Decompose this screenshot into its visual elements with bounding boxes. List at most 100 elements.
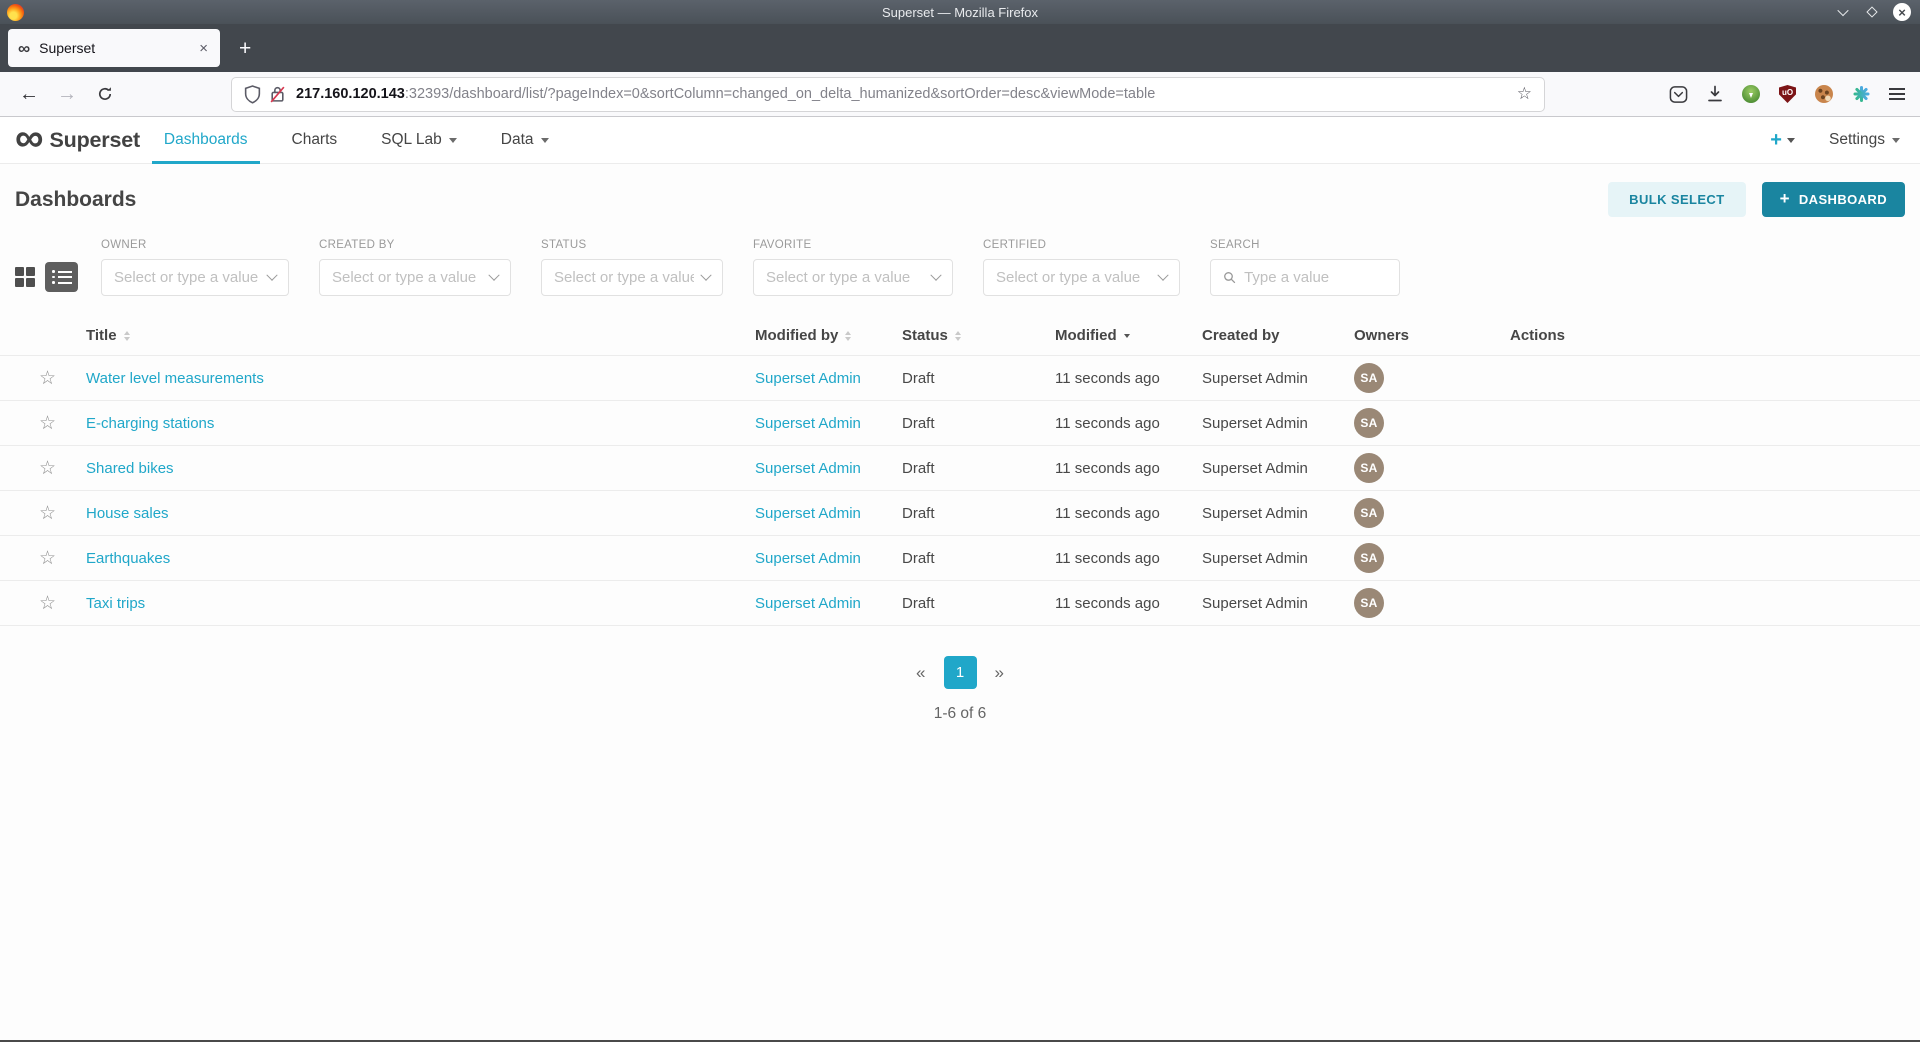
favorite-star-icon[interactable]: ☆: [39, 369, 56, 388]
column-header-title[interactable]: Title: [86, 327, 755, 344]
nav-item-sql-lab[interactable]: SQL Lab: [359, 117, 479, 163]
insecure-lock-icon[interactable]: [270, 85, 285, 103]
filter-label: SEARCH: [1210, 239, 1400, 251]
created-by-text: Superset Admin: [1202, 595, 1354, 612]
owner-avatar[interactable]: SA: [1354, 408, 1384, 438]
owner-avatar[interactable]: SA: [1354, 453, 1384, 483]
filter-select[interactable]: Select or type a value: [541, 259, 723, 296]
modified-time: 11 seconds ago: [1055, 415, 1202, 432]
owner-avatar[interactable]: SA: [1354, 498, 1384, 528]
filter-search: SEARCH: [1210, 239, 1400, 296]
favorite-star-icon[interactable]: ☆: [39, 414, 56, 433]
window-maximize-button[interactable]: [1864, 4, 1880, 20]
filters: OWNER Select or type a value CREATED BY …: [101, 239, 1400, 296]
superset-logo[interactable]: ∞ Superset: [15, 117, 140, 163]
modified-by-link[interactable]: Superset Admin: [755, 505, 861, 522]
column-header-status[interactable]: Status: [902, 327, 1055, 344]
filter-label: CERTIFIED: [983, 239, 1180, 251]
filter-select[interactable]: Select or type a value: [983, 259, 1180, 296]
search-input[interactable]: [1244, 269, 1387, 286]
back-button[interactable]: ←: [14, 83, 44, 106]
card-view-toggle-icon[interactable]: [15, 267, 36, 287]
dashboard-title-link[interactable]: Earthquakes: [86, 550, 170, 567]
dashboard-title-link[interactable]: Water level measurements: [86, 370, 264, 387]
owner-avatar[interactable]: SA: [1354, 363, 1384, 393]
browser-toolbar: ← → 217.160.120.143:32393/dashboard/list…: [0, 72, 1920, 117]
table-row: ☆ Taxi trips Superset Admin Draft 11 sec…: [0, 581, 1920, 626]
column-header-created-by: Created by: [1202, 327, 1354, 344]
pagination-next[interactable]: »: [991, 659, 1008, 687]
modified-by-link[interactable]: Superset Admin: [755, 550, 861, 567]
created-by-text: Superset Admin: [1202, 460, 1354, 477]
bulk-select-button[interactable]: BULK SELECT: [1608, 182, 1745, 217]
column-header-modified-by[interactable]: Modified by: [755, 327, 902, 344]
table-row: ☆ E-charging stations Superset Admin Dra…: [0, 401, 1920, 446]
owner-avatar[interactable]: SA: [1354, 543, 1384, 573]
pocket-icon[interactable]: [1669, 85, 1688, 104]
pagination-page-1[interactable]: 1: [944, 656, 977, 689]
column-header-modified[interactable]: Modified: [1055, 327, 1202, 344]
superset-navbar: ∞ Superset DashboardsChartsSQL LabData +…: [0, 117, 1920, 164]
modified-by-link[interactable]: Superset Admin: [755, 370, 861, 387]
tab-close-icon[interactable]: ×: [197, 40, 210, 57]
brand-name: Superset: [50, 128, 140, 153]
modified-time: 11 seconds ago: [1055, 505, 1202, 522]
containers-extension-icon[interactable]: [1852, 85, 1870, 103]
nav-item-charts[interactable]: Charts: [270, 117, 360, 163]
window-minimize-button[interactable]: [1835, 4, 1851, 20]
nav-right: + Settings: [1770, 117, 1920, 163]
dashboard-title-link[interactable]: E-charging stations: [86, 415, 214, 432]
filter-favorite: FAVORITE Select or type a value: [753, 239, 953, 296]
window-close-button[interactable]: ×: [1893, 3, 1911, 21]
list-view-toggle-icon[interactable]: [45, 262, 78, 292]
bookmark-star-icon[interactable]: ☆: [1517, 84, 1532, 104]
pagination-prev[interactable]: «: [912, 659, 929, 687]
table-row: ☆ Water level measurements Superset Admi…: [0, 356, 1920, 401]
table-body: ☆ Water level measurements Superset Admi…: [0, 356, 1920, 626]
tracking-protection-shield-icon[interactable]: [244, 85, 261, 104]
favorite-star-icon[interactable]: ☆: [39, 459, 56, 478]
cookie-extension-icon[interactable]: [1815, 85, 1833, 103]
tab-title: Superset: [39, 40, 197, 56]
settings-menu-button[interactable]: Settings: [1829, 131, 1900, 149]
url-bar[interactable]: 217.160.120.143:32393/dashboard/list/?pa…: [232, 78, 1544, 111]
dashboard-title-link[interactable]: House sales: [86, 505, 169, 522]
nav-item-dashboards[interactable]: Dashboards: [142, 117, 270, 163]
privacy-badger-extension-icon[interactable]: [1742, 85, 1760, 103]
favorite-star-icon[interactable]: ☆: [39, 549, 56, 568]
browser-tab-superset[interactable]: ∞ Superset ×: [8, 29, 220, 67]
filter-created-by: CREATED BY Select or type a value: [319, 239, 511, 296]
reload-button[interactable]: [90, 86, 120, 102]
filter-label: FAVORITE: [753, 239, 953, 251]
owner-avatar[interactable]: SA: [1354, 588, 1384, 618]
modified-time: 11 seconds ago: [1055, 370, 1202, 387]
modified-by-link[interactable]: Superset Admin: [755, 595, 861, 612]
favorite-star-icon[interactable]: ☆: [39, 594, 56, 613]
search-filter[interactable]: [1210, 259, 1400, 296]
favorite-star-icon[interactable]: ☆: [39, 504, 56, 523]
chevron-down-icon: [266, 269, 277, 280]
add-new-menu-button[interactable]: +: [1770, 129, 1795, 152]
filter-select[interactable]: Select or type a value: [753, 259, 953, 296]
column-header-owners: Owners: [1354, 327, 1510, 344]
ublock-origin-extension-icon[interactable]: uO: [1779, 85, 1796, 103]
new-dashboard-button[interactable]: + DASHBOARD: [1762, 182, 1905, 217]
dashboard-title-link[interactable]: Shared bikes: [86, 460, 174, 477]
filter-select[interactable]: Select or type a value: [101, 259, 289, 296]
filter-select[interactable]: Select or type a value: [319, 259, 511, 296]
modified-by-link[interactable]: Superset Admin: [755, 415, 861, 432]
download-icon[interactable]: [1707, 85, 1723, 103]
created-by-text: Superset Admin: [1202, 370, 1354, 387]
dashboard-title-link[interactable]: Taxi trips: [86, 595, 145, 612]
chevron-down-icon: [930, 269, 941, 280]
forward-button[interactable]: →: [52, 83, 82, 106]
new-tab-button[interactable]: +: [239, 38, 251, 59]
chevron-down-icon: [1157, 269, 1168, 280]
filter-status: STATUS Select or type a value: [541, 239, 723, 296]
main-nav: DashboardsChartsSQL LabData: [142, 117, 571, 163]
superset-favicon-icon: ∞: [18, 40, 30, 57]
nav-item-data[interactable]: Data: [479, 117, 571, 163]
page-header: Dashboards BULK SELECT + DASHBOARD: [0, 164, 1920, 217]
modified-by-link[interactable]: Superset Admin: [755, 460, 861, 477]
menu-hamburger-icon[interactable]: [1889, 88, 1905, 100]
